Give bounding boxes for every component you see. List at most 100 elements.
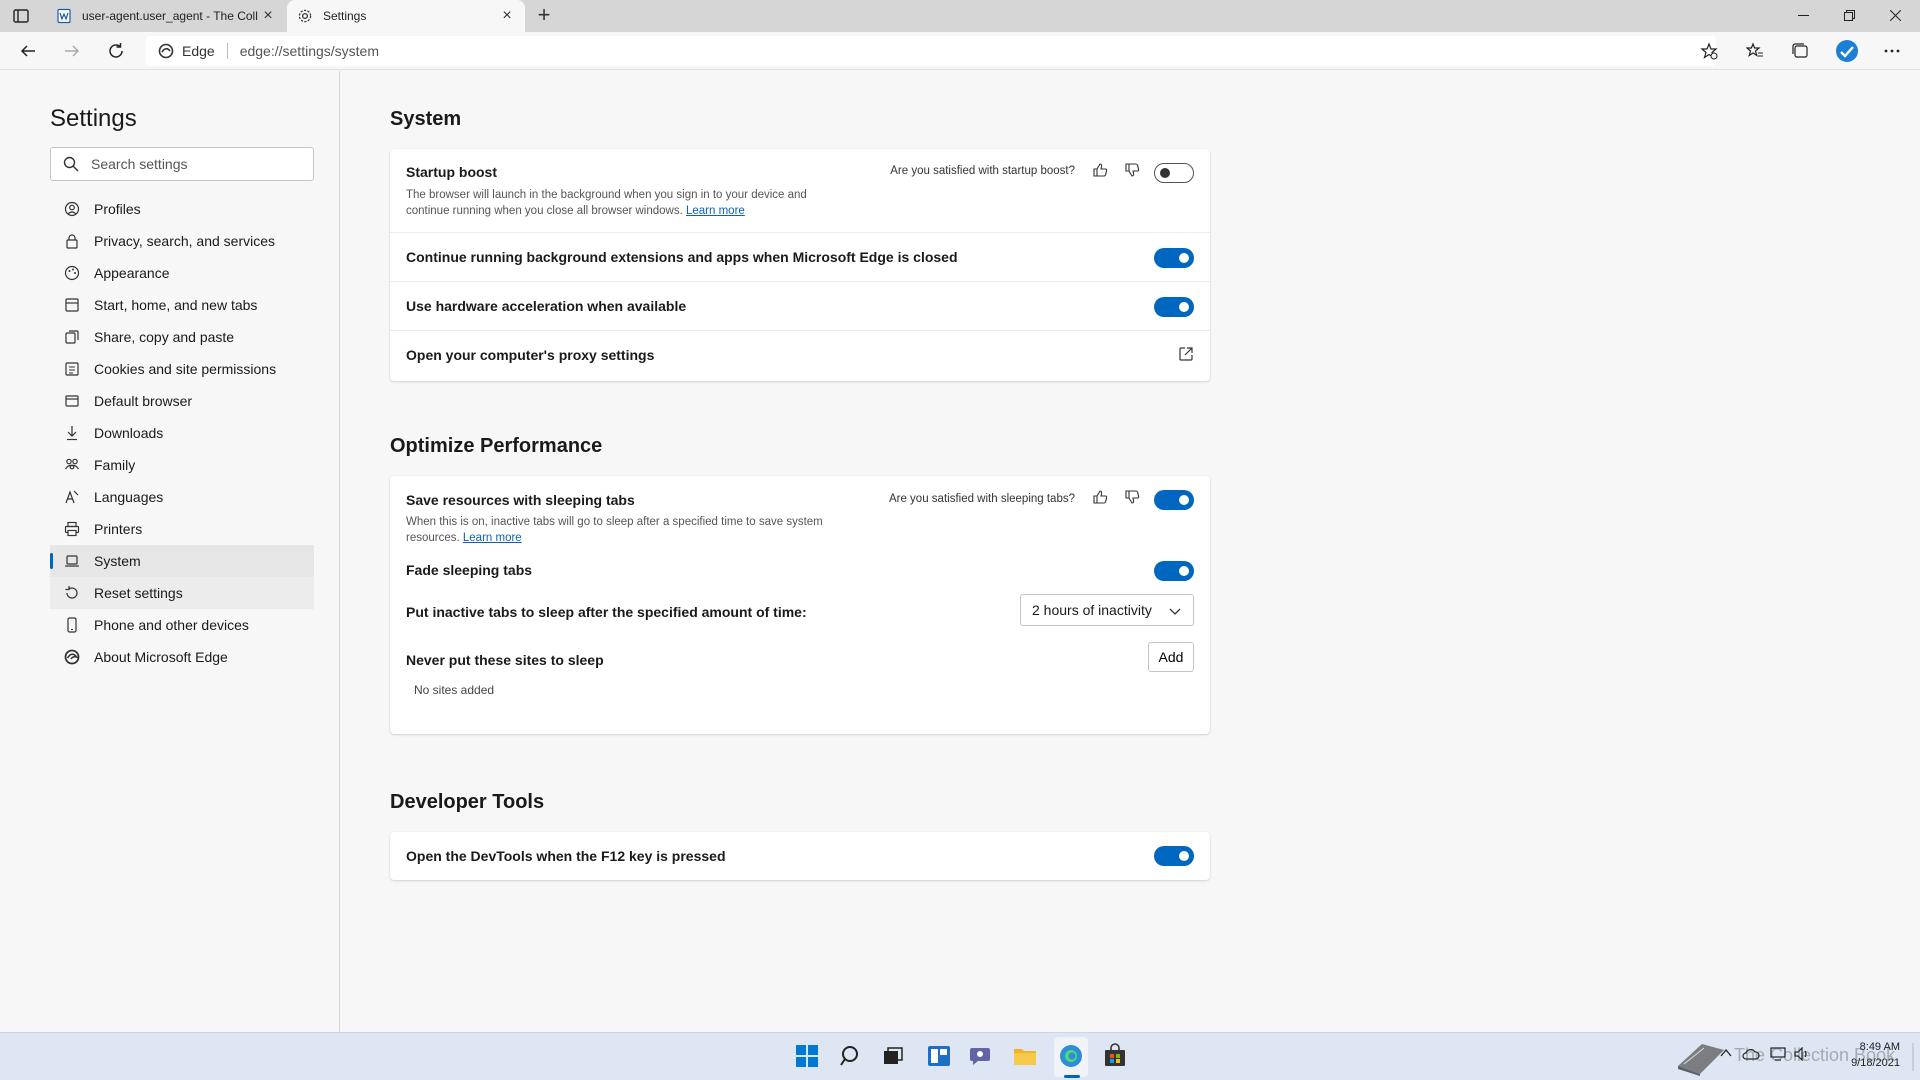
close-window-button[interactable] xyxy=(1872,0,1918,30)
startup-boost-feedback: Are you satisfied with startup boost? xyxy=(890,165,1075,177)
never-sleep-row: Never put these sites to sleep Add No si… xyxy=(390,636,1210,734)
external-link-icon[interactable] xyxy=(1178,346,1194,362)
edge-icon[interactable] xyxy=(1058,1043,1084,1069)
sleeping-tabs-toggle[interactable] xyxy=(1154,490,1194,510)
more-menu-button[interactable] xyxy=(1882,41,1902,61)
refresh-button[interactable] xyxy=(106,41,126,61)
sidebar-item-phone[interactable]: Phone and other devices xyxy=(50,609,314,641)
tab-settings[interactable]: Settings × xyxy=(287,0,525,32)
watermark-text: The Collection Book xyxy=(1734,1045,1896,1065)
tab-label: user-agent.user_agent - The Coll xyxy=(82,9,258,23)
windows-start-icon[interactable] xyxy=(794,1043,820,1069)
sidebar-item-printers[interactable]: Printers xyxy=(50,513,314,545)
favorites-icon xyxy=(1746,42,1763,57)
proxy-settings-row[interactable]: Open your computer's proxy settings xyxy=(390,331,1210,379)
tab-actions-icon[interactable] xyxy=(12,7,30,25)
add-site-button[interactable]: Add xyxy=(1148,642,1194,672)
no-sites-text: No sites added xyxy=(414,683,495,697)
fade-sleeping-tabs-toggle[interactable] xyxy=(1154,561,1194,581)
thumbs-down-icon[interactable] xyxy=(1124,162,1140,178)
tab-label: Settings xyxy=(323,9,367,23)
gear-icon xyxy=(298,9,312,23)
startup-boost-toggle[interactable] xyxy=(1154,163,1194,183)
hardware-acceleration-toggle[interactable] xyxy=(1154,297,1194,317)
download-icon xyxy=(67,426,77,441)
sidebar-item-label: Downloads xyxy=(94,425,164,441)
sidebar-item-reset[interactable]: Reset settings xyxy=(50,577,314,609)
thumbs-down-icon[interactable] xyxy=(1124,489,1140,505)
thumbs-up-icon[interactable] xyxy=(1092,489,1108,505)
widgets-icon[interactable] xyxy=(926,1043,952,1069)
sleeping-tabs-title: Save resources with sleeping tabs xyxy=(406,492,635,508)
startup-boost-desc: The browser will launch in the backgroun… xyxy=(406,189,807,217)
laptop-icon xyxy=(65,555,79,567)
store-icon[interactable] xyxy=(1102,1043,1128,1069)
background-extensions-title: Continue running background extensions a… xyxy=(406,249,958,265)
sidebar-item-family[interactable]: Family xyxy=(50,449,314,481)
thumbs-up-icon[interactable] xyxy=(1092,162,1108,178)
hardware-acceleration-row: Use hardware acceleration when available xyxy=(390,282,1210,331)
sidebar-item-label: Cookies and site permissions xyxy=(94,361,277,377)
close-tab-icon[interactable]: × xyxy=(260,8,276,24)
learn-more-link[interactable]: Learn more xyxy=(463,532,522,544)
sidebar-item-start-home[interactable]: Start, home, and new tabs xyxy=(50,289,314,321)
sidebar-item-privacy[interactable]: Privacy, search, and services xyxy=(50,225,314,257)
maximize-button[interactable] xyxy=(1826,0,1872,30)
minimize-button[interactable] xyxy=(1780,0,1826,30)
devtools-f12-toggle[interactable] xyxy=(1154,846,1194,866)
chat-icon[interactable] xyxy=(968,1043,994,1069)
fade-sleeping-tabs-row: Fade sleeping tabs xyxy=(390,552,1210,592)
search-settings-input[interactable] xyxy=(91,156,291,172)
sidebar-item-share[interactable]: Share, copy and paste xyxy=(50,321,314,353)
system-card: Startup boost The browser will launch in… xyxy=(390,149,1210,381)
taskbar: 8:49 AM 9/18/2021 xyxy=(0,1032,1920,1080)
show-desktop-icon[interactable] xyxy=(1912,1033,1920,1080)
tab-user-agent[interactable]: user-agent.user_agent - The Coll × xyxy=(46,0,286,32)
sleep-after-title: Put inactive tabs to sleep after the spe… xyxy=(406,604,807,620)
url-text[interactable]: edge://settings/system xyxy=(240,43,379,59)
search-icon[interactable] xyxy=(838,1043,864,1069)
sleep-after-row: Put inactive tabs to sleep after the spe… xyxy=(390,592,1210,636)
sidebar-item-label: Reset settings xyxy=(94,585,183,601)
printer-icon xyxy=(64,521,80,537)
task-view-icon[interactable] xyxy=(880,1043,906,1069)
sidebar-item-downloads[interactable]: Downloads xyxy=(50,417,314,449)
sidebar-item-profiles[interactable]: Profiles xyxy=(50,193,314,225)
section-title-devtools: Developer Tools xyxy=(390,791,545,813)
never-sleep-title: Never put these sites to sleep xyxy=(406,652,604,668)
background-extensions-toggle[interactable] xyxy=(1154,248,1194,268)
sidebar-item-about[interactable]: About Microsoft Edge xyxy=(50,641,314,673)
home-icon xyxy=(65,298,79,312)
sidebar-item-system[interactable]: System xyxy=(50,545,314,577)
back-button[interactable] xyxy=(18,41,38,61)
sidebar-item-label: Family xyxy=(94,457,136,473)
document-icon xyxy=(57,8,71,24)
sidebar-item-cookies[interactable]: Cookies and site permissions xyxy=(50,353,314,385)
new-tab-button[interactable]: + xyxy=(533,4,555,27)
sidebar-item-label: Appearance xyxy=(94,265,170,281)
forward-button[interactable] xyxy=(62,41,82,61)
settings-nav: Profiles Privacy, search, and services A… xyxy=(50,193,314,673)
share-icon xyxy=(65,330,79,344)
sleep-after-value: 2 hours of inactivity xyxy=(1032,602,1152,618)
restore-icon xyxy=(1843,9,1855,21)
sleeping-tabs-desc: When this is on, inactive tabs will go t… xyxy=(406,516,823,544)
file-explorer-icon[interactable] xyxy=(1012,1043,1038,1069)
sleep-after-dropdown[interactable]: 2 hours of inactivity xyxy=(1020,594,1194,626)
close-tab-icon[interactable]: × xyxy=(499,8,515,24)
chevron-down-icon xyxy=(1169,608,1181,615)
site-identity: Edge xyxy=(182,43,215,59)
profile-button[interactable] xyxy=(1835,39,1859,63)
learn-more-link[interactable]: Learn more xyxy=(686,205,745,217)
add-favorite-button[interactable] xyxy=(1699,41,1719,61)
favorites-button[interactable] xyxy=(1745,41,1765,61)
reset-icon xyxy=(65,586,78,599)
section-title-system: System xyxy=(390,108,462,130)
sidebar-item-languages[interactable]: Languages xyxy=(50,481,314,513)
collections-button[interactable] xyxy=(1790,41,1810,61)
search-settings-box[interactable] xyxy=(50,147,314,181)
sidebar-item-appearance[interactable]: Appearance xyxy=(50,257,314,289)
hardware-acceleration-title: Use hardware acceleration when available xyxy=(406,298,687,314)
sidebar-item-default-browser[interactable]: Default browser xyxy=(50,385,314,417)
address-bar[interactable]: Edge edge://settings/system xyxy=(146,36,1716,66)
